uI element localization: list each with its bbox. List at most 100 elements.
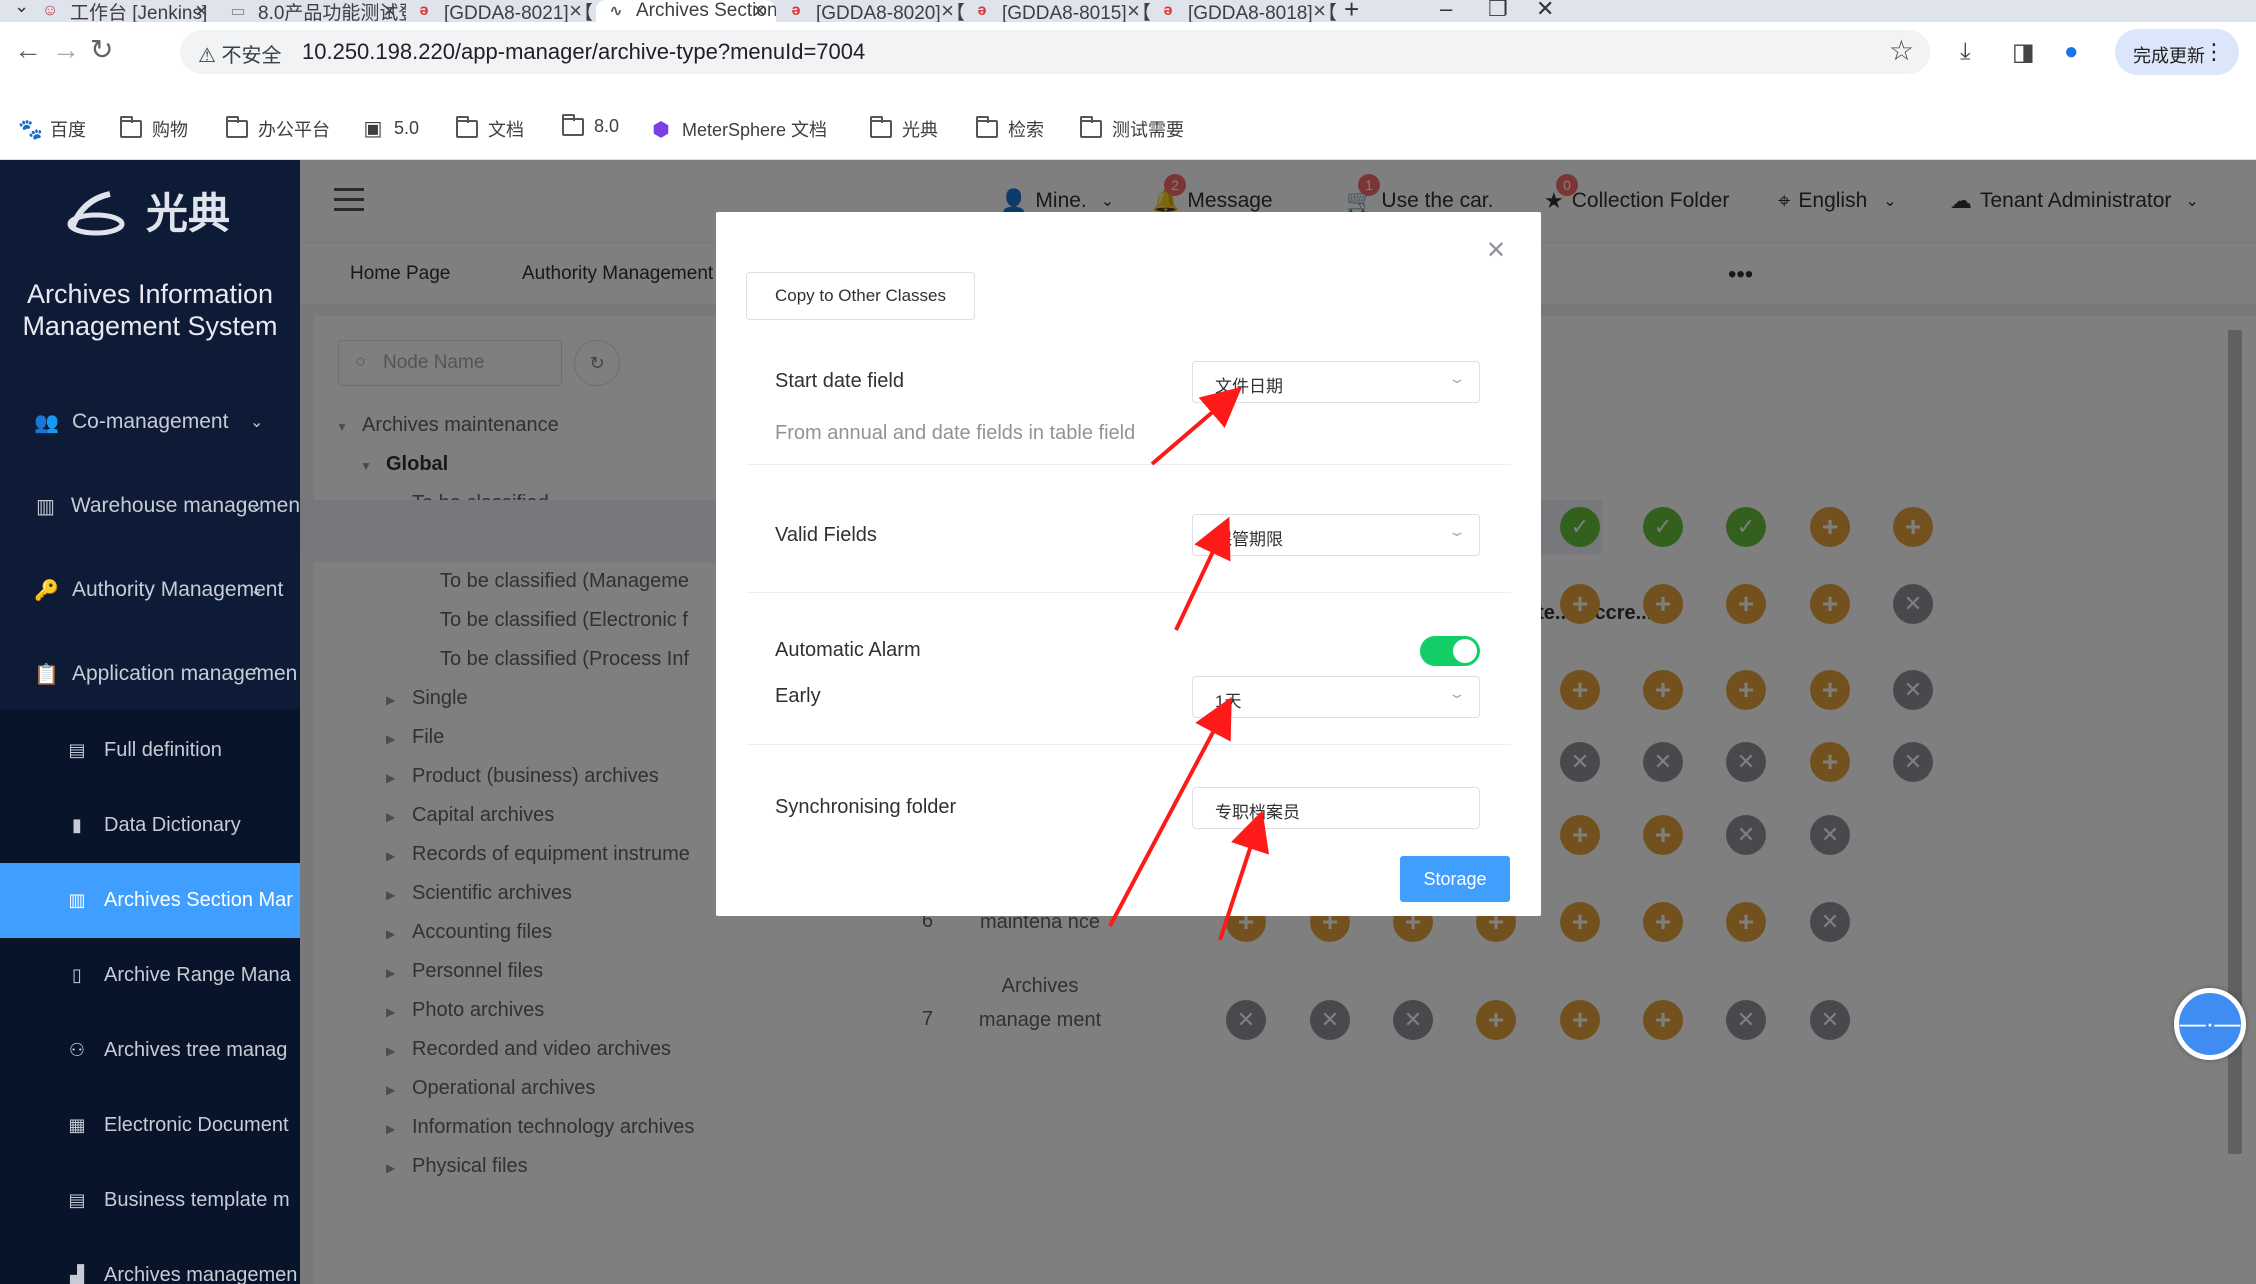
early-value: 1天	[1215, 692, 1242, 711]
synchronising-folder-input[interactable]: 专职档案员	[1192, 787, 1480, 829]
template-icon: ▤	[68, 1190, 86, 1210]
start-date-label: Start date field	[775, 370, 904, 392]
bookmark-baidu[interactable]: 🐾 百度	[18, 116, 86, 142]
forward-icon[interactable]: →	[52, 34, 80, 66]
tab-search-chevron-icon[interactable]: ⌄	[14, 0, 29, 17]
browser-tab-gdda8-8020[interactable]: ə [GDDA8-8020] 【I ×	[786, 0, 964, 22]
browser-tab-archives-section[interactable]: ∿ Archives Section M ×	[596, 0, 776, 22]
reload-icon[interactable]: ↻	[90, 34, 113, 66]
bookmark-star-icon[interactable]: ☆	[1889, 34, 1914, 67]
close-tab-icon[interactable]: ×	[1313, 0, 1326, 22]
submenu-archive-range-management[interactable]: ▯ Archive Range Mana	[0, 938, 300, 1013]
submenu-archives-management[interactable]: ▟ Archives managemen	[0, 1238, 300, 1284]
download-icon[interactable]: ⤓	[1960, 38, 1971, 66]
minimize-icon[interactable]: –	[1440, 0, 1452, 22]
bookmark-label: 百度	[50, 120, 86, 140]
submenu-business-template[interactable]: ▤ Business template m	[0, 1163, 300, 1238]
automatic-alarm-switch[interactable]	[1420, 636, 1480, 666]
bookmark-shopping[interactable]: 购物	[120, 116, 188, 142]
valid-fields-select[interactable]: 保管期限 ⌄	[1192, 514, 1480, 556]
browser-tab-strip: ⌄ ☺ 工作台 [Jenkins] × ▭ 8.0产品功能测试登记 × ə [G…	[0, 0, 2256, 24]
close-window-icon[interactable]: ✕	[1536, 0, 1554, 22]
system-title: Archives Information Management System	[0, 278, 300, 342]
close-tab-icon[interactable]: ×	[383, 0, 396, 22]
close-tab-icon[interactable]: ×	[1127, 0, 1140, 22]
bookmarks-bar: 🐾 百度 购物 办公平台 ▣ 5.0 文档 8.0 ⬢ MeterSphere 文档 …	[0, 82, 2256, 160]
application-submenu: ▤ Full definition ▮ Data Dictionary ▥ Archi…	[0, 710, 300, 1284]
menu-co-management[interactable]: 👥 Co-management ⌄	[0, 380, 300, 464]
more-vertical-icon[interactable]: ⋮	[2203, 39, 2225, 65]
submenu-label: Archives managemen	[104, 1264, 298, 1284]
bookmark-test-needs[interactable]: 测试需要	[1080, 116, 1184, 142]
book-icon: ▮	[72, 815, 82, 835]
side-panel-icon[interactable]: ◨	[2012, 38, 2035, 67]
app-sidebar: 光典 Archives Information Management Syste…	[0, 160, 300, 1284]
sheet-icon: ▭	[230, 3, 246, 20]
submenu-archives-section-management[interactable]: ▥ Archives Section Mar	[0, 863, 300, 938]
close-tab-icon[interactable]: ×	[195, 0, 208, 22]
storage-button[interactable]: Storage	[1400, 856, 1510, 902]
chevron-down-icon: ⌄	[1447, 523, 1467, 539]
bookmark-label: 购物	[152, 120, 188, 140]
close-tab-icon[interactable]: ×	[941, 0, 954, 22]
archive-settings-dialog: ✕ Copy to Other Classes Start date field…	[716, 212, 1541, 916]
submenu-label: Electronic Document	[104, 1114, 289, 1136]
chevron-down-icon: ⌄	[250, 498, 264, 515]
back-icon[interactable]: ←	[14, 34, 42, 66]
library-icon: ▥	[68, 890, 86, 910]
browser-tab-test-register[interactable]: ▭ 8.0产品功能测试登记 ×	[228, 0, 406, 22]
close-tab-icon[interactable]: ×	[569, 0, 582, 22]
jenkins-icon: ☺	[41, 2, 59, 19]
bookmark-8-0[interactable]: 8.0	[562, 113, 619, 137]
early-label: Early	[775, 685, 821, 707]
system-title-line1: Archives Information	[26, 279, 274, 309]
valid-fields-value: 保管期限	[1215, 530, 1283, 549]
update-button[interactable]: 完成更新 ⋮	[2115, 29, 2239, 75]
menu-application-management[interactable]: 📋 Application managemen ⌃	[0, 632, 300, 716]
submenu-data-dictionary[interactable]: ▮ Data Dictionary	[0, 788, 300, 863]
submenu-label: Archives Section Mar	[104, 889, 293, 911]
submenu-full-definition[interactable]: ▤ Full definition	[0, 713, 300, 788]
bookmark-metersphere[interactable]: ⬢ MeterSphere 文档	[650, 116, 827, 142]
url-text[interactable]: 10.250.198.220/app-manager/archive-type?…	[302, 39, 865, 65]
key-icon: 🔑	[34, 579, 59, 602]
submenu-label: Archives tree manag	[104, 1039, 288, 1061]
bookmark-label: 5.0	[394, 118, 420, 138]
browser-tab-jenkins[interactable]: ☺ 工作台 [Jenkins] ×	[40, 0, 218, 22]
submenu-electronic-document[interactable]: ▦ Electronic Document	[0, 1088, 300, 1163]
user-group-icon: 👥	[34, 411, 59, 434]
floating-assistant-button[interactable]: —·—	[2174, 988, 2246, 1060]
bookmark-5-0[interactable]: ▣ 5.0	[362, 116, 419, 141]
submenu-archives-tree-management[interactable]: ⚇ Archives tree manag	[0, 1013, 300, 1088]
tab-title: 工作台 [Jenkins]	[70, 2, 208, 23]
close-icon[interactable]: ✕	[1486, 236, 1506, 265]
jira-icon: ə	[791, 2, 801, 19]
bookmark-label: MeterSphere 文档	[682, 120, 828, 140]
browser-tab-gdda8-8015[interactable]: ə [GDDA8-8015] 【I ×	[972, 0, 1150, 22]
bookmark-guangdian[interactable]: 光典	[870, 116, 938, 142]
address-bar[interactable]: ⚠ 不安全 10.250.198.220/app-manager/archive…	[180, 30, 1930, 74]
restore-icon[interactable]: ❐	[1488, 0, 1508, 22]
menu-authority-management[interactable]: 🔑 Authority Management ⌄	[0, 548, 300, 632]
folder-icon	[870, 116, 892, 138]
chevron-down-icon: ⌄	[1447, 685, 1467, 701]
not-secure-indicator[interactable]: ⚠ 不安全	[198, 39, 282, 68]
folder-icon	[226, 116, 248, 138]
jira-icon: ə	[1163, 2, 1173, 19]
menu-warehouse-management[interactable]: ▥ Warehouse managemen ⌄	[0, 464, 300, 548]
bookmark-docs[interactable]: 文档	[456, 116, 524, 142]
bookmark-office[interactable]: 办公平台	[226, 116, 330, 142]
cube-icon: ⬢	[652, 118, 670, 141]
close-tab-icon[interactable]: ×	[753, 0, 766, 22]
early-select[interactable]: 1天 ⌄	[1192, 676, 1480, 718]
bookmark-label: 光典	[902, 120, 938, 140]
submenu-label: Business template m	[104, 1189, 290, 1211]
start-date-select[interactable]: 文件日期 ⌄	[1192, 361, 1480, 403]
folder-icon	[456, 116, 478, 138]
browser-tab-gdda8-8021[interactable]: ə [GDDA8-8021] 【I ×	[414, 0, 592, 22]
copy-to-other-classes-button[interactable]: Copy to Other Classes	[746, 272, 975, 320]
jira-icon: ə	[977, 2, 987, 19]
bookmark-search[interactable]: 检索	[976, 116, 1044, 142]
browser-tab-gdda8-8018[interactable]: ə [GDDA8-8018] 【I ×	[1158, 0, 1336, 22]
profile-avatar-icon[interactable]: ●	[2064, 38, 2079, 66]
